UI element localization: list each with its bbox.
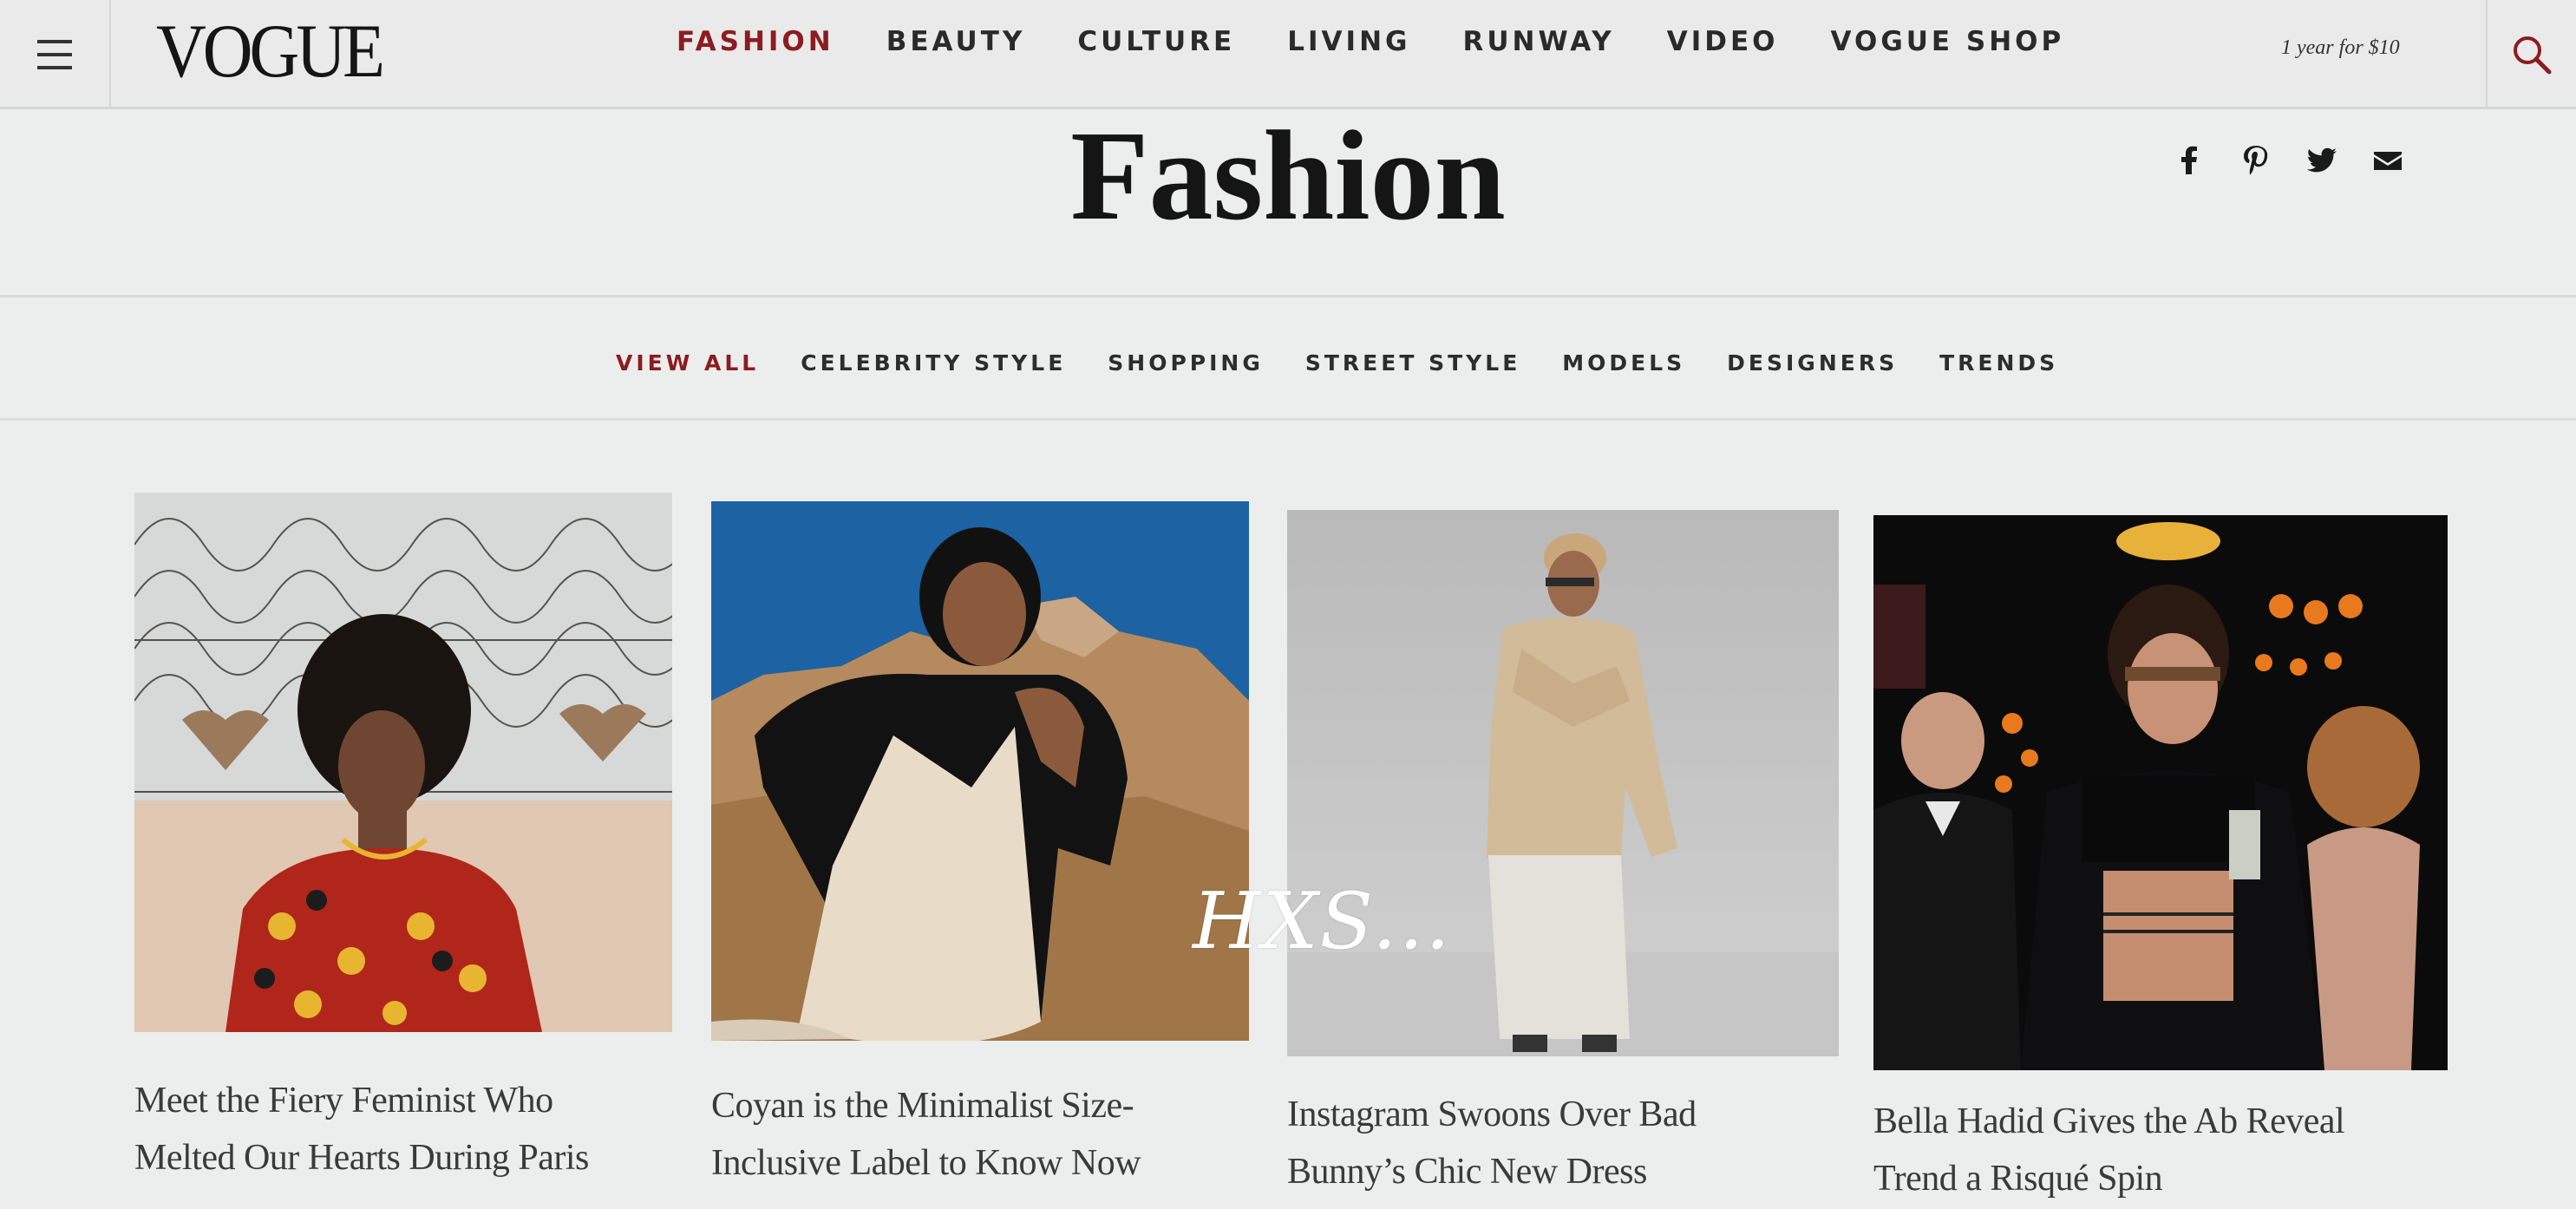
subnav-view-all[interactable]: VIEW ALL [616,350,759,376]
article-photo[interactable] [711,501,1249,1041]
pinterest-icon[interactable] [2239,143,2273,178]
headline-line[interactable]: Trend a Risqué Spin [1873,1150,2344,1207]
headline-line[interactable]: Bella Hadid Gives the Ab Reveal [1873,1093,2345,1150]
nav-beauty[interactable]: BEAUTY [886,26,1026,69]
headline-line[interactable]: Melted Our Hearts During Paris [134,1129,589,1186]
subnav-models[interactable]: MODELS [1562,350,1685,376]
watermark: HXS... [1193,876,1452,967]
facebook-icon[interactable] [2173,143,2207,178]
hamburger-icon [37,40,72,69]
main-nav: FASHION BEAUTY CULTURE LIVING RUNWAY VID… [677,26,2064,69]
headline-line[interactable]: Inclusive Label to Know Now [711,1134,1141,1192]
nav-culture[interactable]: CULTURE [1077,26,1235,69]
article-photo[interactable] [134,493,672,1032]
divider [0,418,2576,421]
headline-line[interactable]: Instagram Swoons Over Bad [1287,1086,1697,1143]
search-button[interactable] [2486,0,2576,109]
section-subnav: VIEW ALL CELEBRITY STYLE SHOPPING STREET… [616,350,2058,376]
subnav-designers[interactable]: DESIGNERS [1727,350,1898,376]
subnav-street-style[interactable]: STREET STYLE [1305,350,1520,376]
nav-vogue-shop[interactable]: VOGUE SHOP [1831,26,2065,69]
subnav-shopping[interactable]: SHOPPING [1108,350,1264,376]
menu-button[interactable] [0,0,111,109]
subscribe-link[interactable]: 1 year for $10 [2281,36,2400,60]
article-headline[interactable]: Coyan is the Minimalist Size- Inclusive … [711,1077,1141,1192]
subnav-celebrity-style[interactable]: CELEBRITY STYLE [801,350,1066,376]
nav-video[interactable]: VIDEO [1667,26,1779,69]
article-headline[interactable]: Bella Hadid Gives the Ab Reveal Trend a … [1873,1093,2345,1207]
nav-runway[interactable]: RUNWAY [1462,26,1614,69]
search-icon [2514,36,2552,75]
nav-fashion[interactable]: FASHION [677,26,834,69]
article-headline[interactable]: Instagram Swoons Over Bad Bunny’s Chic N… [1287,1086,1697,1200]
nav-living[interactable]: LIVING [1287,26,1410,69]
article-photo[interactable] [1873,515,2448,1070]
headline-line[interactable]: Bunny’s Chic New Dress [1287,1143,1697,1200]
headline-line[interactable]: Meet the Fiery Feminist Who [134,1072,589,1129]
subnav-trends[interactable]: TRENDS [1939,350,2058,376]
article-photo[interactable] [1287,510,1839,1056]
vogue-logo[interactable]: VOGUE [156,9,385,95]
article-headline[interactable]: Meet the Fiery Feminist Who Melted Our H… [134,1072,589,1186]
twitter-icon[interactable] [2305,143,2339,178]
social-share [2173,143,2405,178]
divider [0,295,2576,297]
email-icon[interactable] [2370,143,2405,178]
top-navigation-bar: VOGUE FASHION BEAUTY CULTURE LIVING RUNW… [0,0,2576,109]
headline-line[interactable]: Coyan is the Minimalist Size- [711,1077,1141,1134]
